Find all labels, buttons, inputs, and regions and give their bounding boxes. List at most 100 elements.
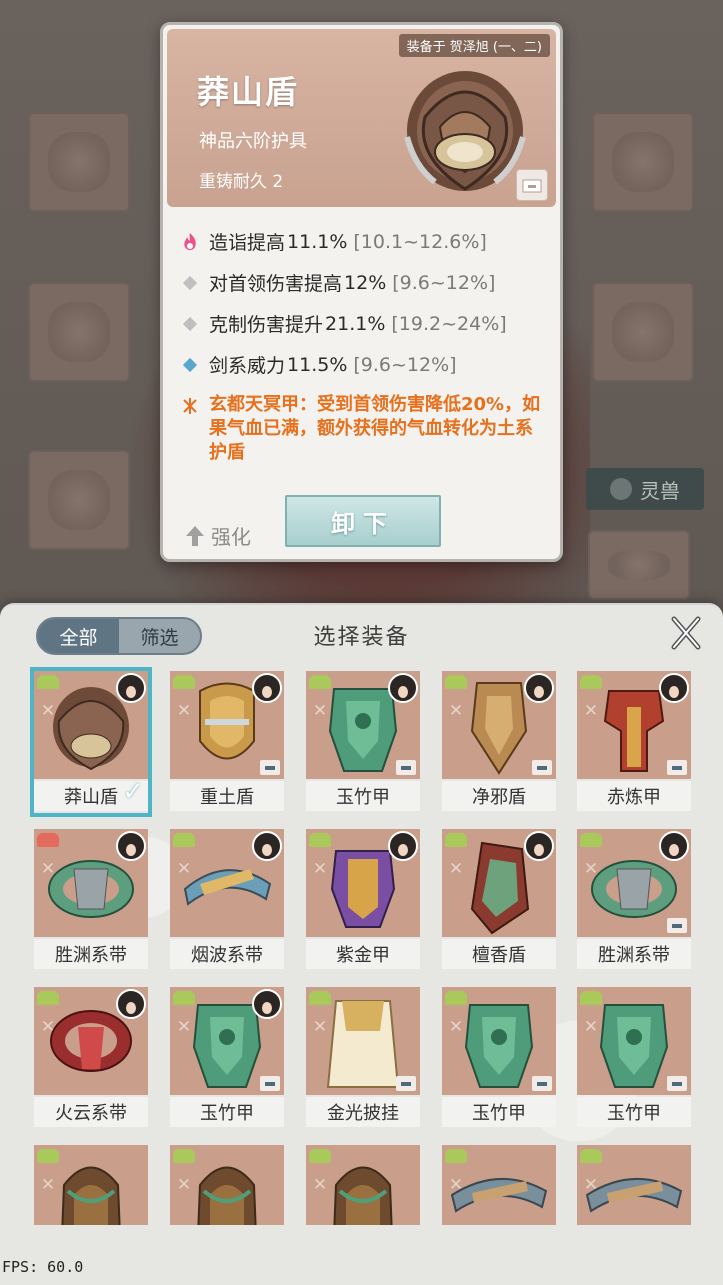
- equipment-tile: ✕: [170, 987, 284, 1095]
- equipment-name: 玉竹甲: [306, 781, 420, 811]
- rune-icon: ✕: [40, 701, 56, 721]
- equipment-cell[interactable]: ✕ 紫金甲: [306, 829, 420, 971]
- stat-label: 剑系威力: [209, 355, 286, 377]
- equip-slot-accessory[interactable]: [592, 112, 694, 212]
- owner-avatar: [388, 831, 418, 861]
- stat-range: [10.1~12.6%]: [353, 230, 487, 253]
- equipment-name: 胜渊系带: [34, 939, 148, 969]
- owner-avatar: [524, 831, 554, 861]
- equipment-cell[interactable]: ✕: [577, 1145, 691, 1225]
- equipment-tile: ✕: [306, 829, 420, 937]
- quality-badge-icon: [580, 991, 602, 1005]
- equipment-cell[interactable]: ✕ 重土盾: [170, 671, 284, 813]
- rune-icon: ✕: [448, 859, 464, 879]
- equipment-name: 玉竹甲: [170, 1097, 284, 1127]
- equipment-cell[interactable]: ✕: [170, 1145, 284, 1225]
- equipment-tile: ✕: [577, 1145, 691, 1225]
- item-title: 莽山盾: [197, 73, 300, 111]
- equipment-tile: ✕: [170, 829, 284, 937]
- equipment-tile: ✕: [34, 987, 148, 1095]
- equipment-cell[interactable]: ✕ 金光披挂: [306, 987, 420, 1129]
- owner-avatar: [659, 673, 689, 703]
- unequip-button[interactable]: 卸下: [285, 495, 441, 547]
- tab-spirit-beast[interactable]: 灵兽: [586, 468, 704, 510]
- chest-icon: [532, 760, 552, 775]
- equipment-tile: ✕: [306, 671, 420, 779]
- equipment-name: 紫金甲: [306, 939, 420, 969]
- stat-range: [19.2~24%]: [391, 312, 507, 335]
- quality-badge-icon: [309, 991, 331, 1005]
- close-icon[interactable]: [669, 613, 703, 653]
- equipment-name: 烟波系带: [170, 939, 284, 969]
- equipment-name: 檀香盾: [442, 939, 556, 969]
- chest-icon: [667, 760, 687, 775]
- equipped-on-label: 装备于 贺泽旭 (一、二): [398, 34, 550, 57]
- equipment-cell[interactable]: ✕ 玉竹甲: [306, 671, 420, 813]
- equipment-cell[interactable]: ✕ 烟波系带: [170, 829, 284, 971]
- quality-badge-icon: [580, 1149, 602, 1163]
- chest-icon: [532, 1076, 552, 1091]
- equipment-cell[interactable]: ✕ 净邪盾: [442, 671, 556, 813]
- quality-badge-icon: [173, 991, 195, 1005]
- equip-slot-charm[interactable]: [592, 282, 694, 382]
- rune-icon: [179, 395, 201, 417]
- quality-badge-icon: [37, 833, 59, 847]
- special-effect: 玄都天冥甲：受到首领伤害降低20%，如果气血已满，额外获得的气血转化为土系护盾: [179, 393, 550, 465]
- arrow-up-icon: [186, 525, 204, 546]
- rune-icon: ✕: [448, 1175, 464, 1195]
- equipment-cell[interactable]: ✕: [34, 1145, 148, 1225]
- rune-icon: ✕: [312, 1017, 328, 1037]
- rune-icon: ✕: [176, 1017, 192, 1037]
- tab-spirit-beast-label: 灵兽: [640, 478, 680, 503]
- stat-range: [9.6~12%]: [392, 271, 496, 294]
- chest-icon: [260, 1076, 280, 1091]
- check-icon: ✓: [122, 777, 144, 807]
- owner-avatar: [252, 989, 282, 1019]
- storage-chest-icon[interactable]: [516, 169, 548, 201]
- stat-row: 造诣提高 11.1% [10.1~12.6%]: [179, 221, 550, 262]
- rune-icon: ✕: [312, 859, 328, 879]
- equip-slot-boots[interactable]: [28, 450, 130, 550]
- quality-badge-icon: [37, 1149, 59, 1163]
- equipment-cell[interactable]: ✕: [442, 1145, 556, 1225]
- equipment-cell[interactable]: ✕ 火云系带: [34, 987, 148, 1129]
- picker-title: 选择装备: [313, 625, 410, 650]
- quality-badge-icon: [580, 675, 602, 689]
- equipment-name: 火云系带: [34, 1097, 148, 1127]
- quality-badge-icon: [309, 675, 331, 689]
- item-detail-header: 装备于 贺泽旭 (一、二) 莽山盾 神品六阶护具 重铸耐久 2: [167, 29, 556, 207]
- equipment-tile: ✕: [34, 1145, 148, 1225]
- stat-row: 剑系威力 11.5% [9.6~12%]: [179, 344, 550, 385]
- equip-slot-shield[interactable]: [28, 282, 130, 382]
- equipment-cell[interactable]: ✕ 胜渊系带: [34, 829, 148, 971]
- equipment-name: 玉竹甲: [442, 1097, 556, 1127]
- special-effect-text: 玄都天冥甲：受到首领伤害降低20%，如果气血已满，额外获得的气血转化为土系护盾: [209, 394, 541, 463]
- equipment-tile: ✕: [170, 671, 284, 779]
- equip-slot-weapon[interactable]: [28, 112, 130, 212]
- stat-value: 12%: [344, 271, 387, 294]
- owner-avatar: [252, 831, 282, 861]
- equipment-cell[interactable]: ✕ 胜渊系带: [577, 829, 691, 971]
- owner-avatar: [116, 673, 146, 703]
- rune-icon: ✕: [312, 701, 328, 721]
- equipment-cell[interactable]: ✕ 玉竹甲: [577, 987, 691, 1129]
- equipment-cell[interactable]: ✕ 莽山盾 ✓: [30, 667, 152, 817]
- owner-avatar: [388, 673, 418, 703]
- equipment-tile: ✕: [442, 671, 556, 779]
- enhance-button[interactable]: 强化: [185, 521, 251, 550]
- equipment-cell[interactable]: ✕ 玉竹甲: [170, 987, 284, 1129]
- rune-icon: ✕: [583, 859, 599, 879]
- rune-icon: ✕: [176, 859, 192, 879]
- equip-slot-armor[interactable]: [588, 530, 690, 600]
- quality-badge-icon: [309, 833, 331, 847]
- equipment-tile: ✕: [306, 987, 420, 1095]
- owner-avatar: [524, 673, 554, 703]
- diamond-blue-icon: [179, 354, 201, 376]
- chest-icon: [667, 918, 687, 933]
- equipment-cell[interactable]: ✕: [306, 1145, 420, 1225]
- equipment-cell[interactable]: ✕ 赤炼甲: [577, 671, 691, 813]
- stat-value: 21.1%: [325, 312, 386, 335]
- equipment-cell[interactable]: ✕ 檀香盾: [442, 829, 556, 971]
- chest-icon: [667, 1076, 687, 1091]
- equipment-cell[interactable]: ✕ 玉竹甲: [442, 987, 556, 1129]
